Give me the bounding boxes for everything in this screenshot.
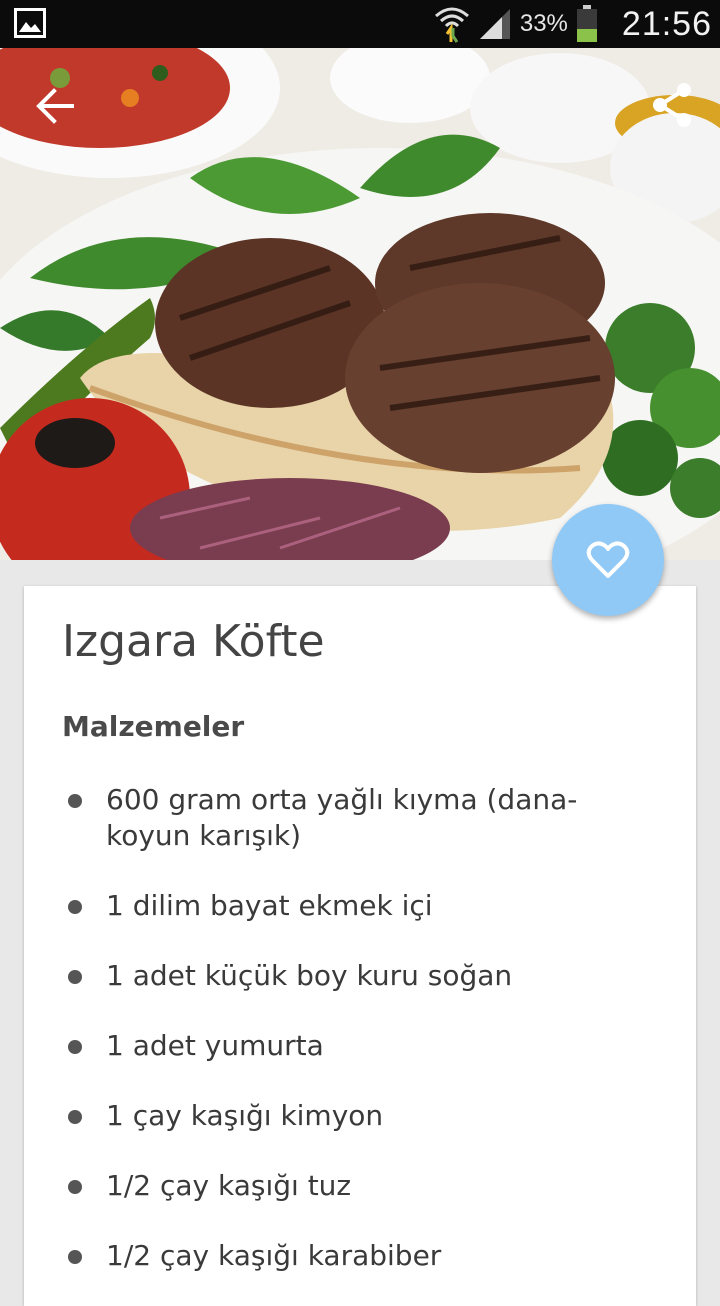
bullet-icon bbox=[68, 900, 82, 914]
status-bar: 33% 21:56 bbox=[0, 0, 720, 48]
wifi-icon bbox=[434, 7, 469, 43]
recipe-card: Izgara Köfte Malzemeler 600 gram orta ya… bbox=[24, 586, 696, 1306]
ingredient-text: 1/2 çay kaşığı tuz bbox=[106, 1169, 352, 1202]
clock: 21:56 bbox=[621, 4, 712, 43]
recipe-hero-image bbox=[0, 48, 720, 560]
favorite-button[interactable] bbox=[552, 504, 664, 616]
gallery-notification-icon bbox=[14, 8, 46, 38]
battery-percent: 33% bbox=[519, 10, 568, 37]
ingredient-item: 1/2 çay kaşığı tuz bbox=[68, 1168, 626, 1204]
arrow-back-icon bbox=[36, 88, 74, 124]
ingredients-heading: Malzemeler bbox=[62, 710, 245, 743]
ingredient-text: 1/2 çay kaşığı karabiber bbox=[106, 1239, 442, 1272]
ingredient-text: 1 dilim bayat ekmek içi bbox=[106, 889, 433, 922]
ingredient-item: 600 gram orta yağlı kıyma (dana-koyun ka… bbox=[68, 782, 626, 854]
signal-icon bbox=[479, 9, 510, 39]
ingredient-item: 1 adet yumurta bbox=[68, 1028, 626, 1064]
ingredient-item: 1/2 çay kaşığı karabiber bbox=[68, 1238, 626, 1274]
battery-icon bbox=[576, 5, 597, 42]
bullet-icon bbox=[68, 1110, 82, 1124]
ingredient-text: 1 adet küçük boy kuru soğan bbox=[106, 959, 513, 992]
ingredient-item: 1 adet küçük boy kuru soğan bbox=[68, 958, 626, 994]
ingredient-item: 1 dilim bayat ekmek içi bbox=[68, 888, 626, 924]
bullet-icon bbox=[68, 794, 82, 808]
share-icon bbox=[653, 83, 691, 127]
bullet-icon bbox=[68, 970, 82, 984]
ingredient-text: 1 çay kaşığı kimyon bbox=[106, 1099, 384, 1132]
bullet-icon bbox=[68, 1040, 82, 1054]
ingredient-text: 600 gram orta yağlı kıyma (dana-koyun ka… bbox=[106, 783, 578, 852]
bullet-icon bbox=[68, 1180, 82, 1194]
back-button[interactable] bbox=[34, 86, 78, 126]
share-button[interactable] bbox=[650, 82, 694, 128]
ingredient-item: 1 çay kaşığı kimyon bbox=[68, 1098, 626, 1134]
recipe-title: Izgara Köfte bbox=[62, 616, 325, 667]
bullet-icon bbox=[68, 1250, 82, 1264]
heart-outline-icon bbox=[586, 541, 630, 578]
ingredient-text: 1 adet yumurta bbox=[106, 1029, 324, 1062]
